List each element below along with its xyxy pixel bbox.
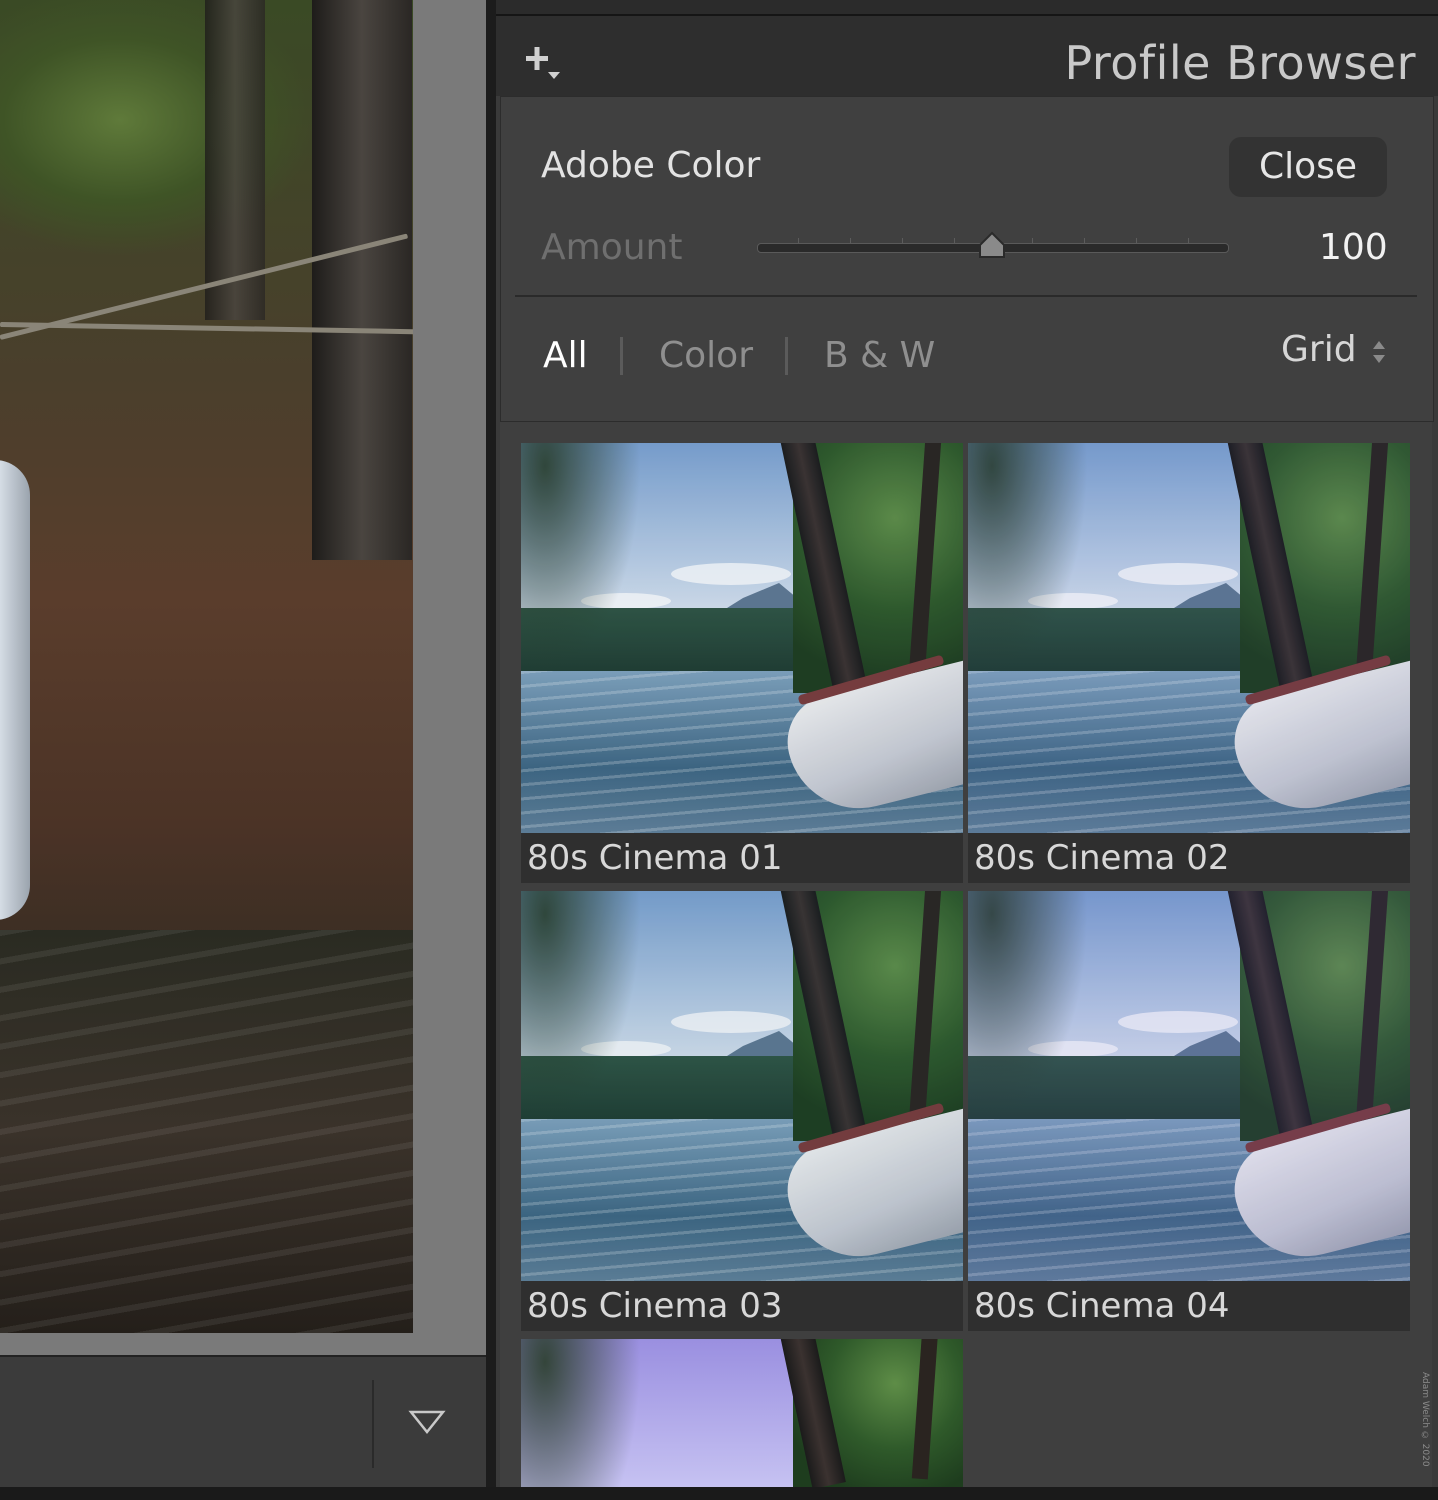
photo-tree-trunk [312, 0, 412, 560]
slider-tick [1188, 238, 1189, 243]
amount-value: 100 [1319, 227, 1388, 268]
filter-separator [785, 337, 788, 375]
toolbar-dropdown-icon[interactable] [408, 1408, 446, 1438]
photo-water [0, 930, 413, 1333]
profile-settings: Adobe Color Close Amount 100 All Color B… [500, 96, 1434, 422]
filter-tab-all[interactable]: All [543, 335, 588, 376]
profile-preview-image [968, 443, 1410, 833]
filter-tab-bw[interactable]: B & W [824, 335, 935, 376]
photo-preview-area [0, 0, 488, 1500]
panel-top-bar [496, 0, 1438, 16]
profile-thumbnail-03[interactable]: 80s Cinema 03 [521, 891, 963, 1331]
profile-preview-image [521, 443, 963, 833]
slider-tick [798, 238, 799, 243]
profile-name-label: 80s Cinema 01 [521, 833, 963, 883]
updown-chevron-icon[interactable] [1371, 337, 1387, 367]
panel-header: Profile Browser [496, 16, 1438, 96]
add-profile-icon[interactable] [518, 42, 562, 82]
photo-preview [0, 0, 413, 1333]
close-button[interactable]: Close [1229, 137, 1387, 197]
filter-separator [620, 337, 623, 375]
profile-thumbnail-01[interactable]: 80s Cinema 01 [521, 443, 963, 883]
profile-thumbnail-04[interactable]: 80s Cinema 04 [968, 891, 1410, 1331]
slider-tick [1032, 238, 1033, 243]
profile-name-label: 80s Cinema 02 [968, 833, 1410, 883]
profile-preview-image [968, 891, 1410, 1281]
profile-name-label: 80s Cinema 03 [521, 1281, 963, 1331]
amount-label: Amount [541, 227, 683, 268]
watermark-text: Adam Welch © 2020 [1420, 1372, 1430, 1467]
slider-tick [850, 238, 851, 243]
profile-preview-image [521, 1339, 963, 1487]
filter-tab-color[interactable]: Color [659, 335, 753, 376]
profile-name-label: 80s Cinema 04 [968, 1281, 1410, 1331]
photo-canoe [0, 460, 30, 920]
toolbar-divider [372, 1380, 374, 1468]
view-mode-select[interactable]: Grid [1281, 329, 1357, 370]
profile-browser-panel: Profile Browser Adobe Color Close Amount… [496, 0, 1438, 1500]
settings-divider [515, 295, 1417, 297]
amount-slider-thumb[interactable] [978, 231, 1006, 261]
slider-tick [954, 238, 955, 243]
profile-preview-image [521, 891, 963, 1281]
slider-tick [1084, 238, 1085, 243]
panel-title: Profile Browser [1064, 36, 1416, 90]
bottom-strip [0, 1487, 1438, 1500]
panel-divider [486, 0, 496, 1500]
current-profile-name: Adobe Color [541, 145, 761, 186]
slider-tick [902, 238, 903, 243]
slider-tick [1136, 238, 1137, 243]
profile-thumbnail-05[interactable] [521, 1339, 963, 1487]
profile-thumbnail-02[interactable]: 80s Cinema 02 [968, 443, 1410, 883]
